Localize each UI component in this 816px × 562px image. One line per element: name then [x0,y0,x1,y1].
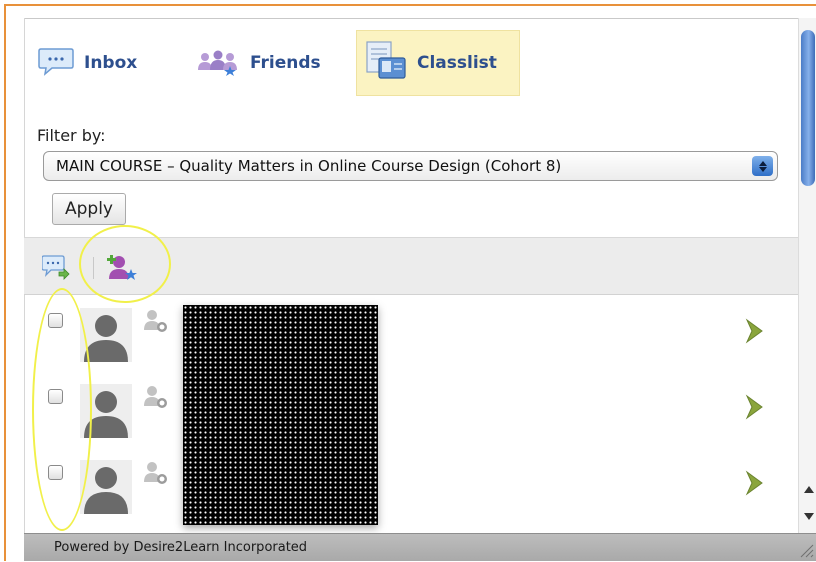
resize-grip-icon[interactable] [796,540,814,558]
people-icon [196,46,240,80]
scroll-up-arrow-icon[interactable] [804,486,814,493]
highlight-annotation-toolbar [79,225,171,303]
classlist-icon [365,40,407,86]
tab-friends[interactable]: Friends [196,30,346,96]
tab-classlist-label: Classlist [417,53,497,73]
offline-status-icon [142,460,170,486]
row-details-chevron-icon[interactable] [744,394,766,420]
footer-text: Powered by Desire2Learn Incorporated [54,540,308,555]
row-details-chevron-icon[interactable] [744,470,766,496]
select-arrows-icon [752,156,773,176]
filter-label: Filter by: [37,126,106,145]
tab-inbox[interactable]: Inbox [38,30,178,96]
tab-friends-label: Friends [250,53,321,73]
send-message-icon[interactable] [41,254,70,284]
highlight-annotation-checkboxes [32,288,92,531]
tab-inbox-label: Inbox [84,53,138,73]
scroll-down-arrow-icon[interactable] [804,513,814,520]
row-details-chevron-icon[interactable] [744,318,766,344]
course-filter-select[interactable]: MAIN COURSE – Quality Matters in Online … [43,151,778,181]
tab-classlist[interactable]: Classlist [356,30,520,96]
panel-top-border [24,18,816,19]
speech-bubble-icon [38,46,74,80]
scrollbar-thumb[interactable] [801,30,815,186]
offline-status-icon [142,384,170,410]
footer-bar: Powered by Desire2Learn Incorporated [24,533,816,561]
apply-button[interactable]: Apply [52,193,126,225]
course-filter-value: MAIN COURSE – Quality Matters in Online … [56,157,562,175]
offline-status-icon [142,308,170,334]
redacted-names-overlay [183,305,378,525]
